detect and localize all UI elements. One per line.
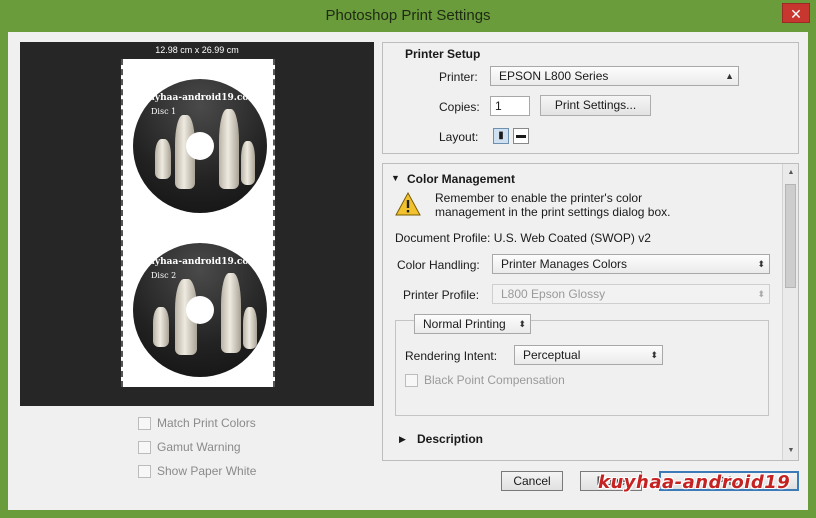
portrait-layout-icon[interactable]: ▮ bbox=[493, 128, 509, 144]
color-management-panel: ▼ Color Management Remember to enable th… bbox=[382, 163, 799, 461]
warning-text-line-2: management in the print settings dialog … bbox=[435, 205, 671, 219]
match-print-colors-checkbox[interactable]: Match Print Colors bbox=[138, 415, 256, 431]
updown-arrow-icon: ⬍ bbox=[757, 259, 765, 269]
color-management-heading[interactable]: Color Management bbox=[407, 172, 515, 186]
print-settings-window: Photoshop Print Settings ✕ 12.98 cm x 26… bbox=[0, 0, 816, 518]
disc-1-image: kuyhaa-android19.com Disc 1 bbox=[133, 79, 267, 213]
document-profile-text: Document Profile: U.S. Web Coated (SWOP)… bbox=[395, 231, 651, 245]
checkbox-label: Show Paper White bbox=[157, 464, 257, 478]
close-button[interactable]: ✕ bbox=[782, 3, 810, 23]
show-paper-white-checkbox[interactable]: Show Paper White bbox=[138, 463, 256, 479]
chess-piece bbox=[243, 307, 257, 349]
description-heading[interactable]: Description bbox=[417, 432, 483, 446]
print-settings-button[interactable]: Print Settings... bbox=[540, 95, 651, 116]
copies-input[interactable]: 1 bbox=[490, 96, 530, 116]
disc-2-image: kuyhaa-android19.com Disc 2 bbox=[133, 243, 267, 377]
printing-mode-value: Normal Printing bbox=[423, 317, 506, 331]
rendering-intent-select[interactable]: Perceptual ⬍ bbox=[514, 345, 663, 365]
updown-arrow-icon: ▲ bbox=[725, 71, 734, 81]
black-point-compensation-checkbox[interactable]: Black Point Compensation bbox=[405, 373, 565, 387]
scroll-thumb[interactable] bbox=[785, 184, 796, 288]
printer-label: Printer: bbox=[439, 70, 478, 84]
color-handling-value: Printer Manages Colors bbox=[501, 257, 628, 271]
copies-label: Copies: bbox=[439, 100, 480, 114]
checkbox-label: Gamut Warning bbox=[157, 440, 241, 454]
printer-value: EPSON L800 Series bbox=[499, 69, 609, 83]
chess-piece bbox=[221, 273, 241, 353]
printer-select[interactable]: EPSON L800 Series ▲ bbox=[490, 66, 739, 86]
layout-label: Layout: bbox=[439, 130, 479, 144]
color-handling-label: Color Handling: bbox=[397, 258, 480, 272]
chess-piece bbox=[219, 109, 239, 189]
color-management-scrollbar[interactable]: ▲ ▼ bbox=[782, 164, 798, 460]
landscape-layout-icon[interactable]: ▬ bbox=[513, 128, 529, 144]
chess-piece bbox=[155, 139, 171, 179]
preview-size-label: 12.98 cm x 26.99 cm bbox=[155, 45, 239, 55]
cancel-button[interactable]: Cancel bbox=[501, 471, 563, 491]
rendering-intent-value: Perceptual bbox=[523, 348, 581, 362]
disc-label: Disc 2 bbox=[151, 271, 177, 280]
disc-label: Disc 1 bbox=[151, 107, 177, 116]
warning-text-line-1: Remember to enable the printer's color bbox=[435, 191, 643, 205]
checkbox-label: Black Point Compensation bbox=[424, 373, 565, 387]
dialog-body: 12.98 cm x 26.99 cm kuyhaa-android19.com… bbox=[8, 32, 808, 510]
disc-title: kuyhaa-android19.com bbox=[142, 93, 258, 103]
checkbox-box[interactable] bbox=[405, 373, 418, 387]
chess-piece bbox=[241, 141, 255, 185]
expand-triangle-icon[interactable]: ▶ bbox=[399, 434, 406, 445]
preview-paper: kuyhaa-android19.com Disc 1 kuyhaa-andro… bbox=[121, 59, 275, 387]
checkbox-box[interactable] bbox=[138, 416, 151, 430]
color-handling-select[interactable]: Printer Manages Colors ⬍ bbox=[492, 254, 770, 274]
printer-profile-select[interactable]: L800 Epson Glossy ⬍ bbox=[492, 284, 770, 304]
disc-hole bbox=[186, 296, 214, 324]
print-preview[interactable]: 12.98 cm x 26.99 cm kuyhaa-android19.com… bbox=[20, 42, 374, 406]
rendering-intent-label: Rendering Intent: bbox=[405, 349, 498, 363]
checkbox-label: Match Print Colors bbox=[157, 416, 256, 430]
printer-setup-heading: Printer Setup bbox=[405, 47, 481, 61]
printing-options-group bbox=[395, 320, 769, 416]
scroll-down-arrow-icon[interactable]: ▼ bbox=[783, 444, 798, 458]
printer-profile-label: Printer Profile: bbox=[403, 288, 480, 302]
updown-arrow-icon: ⬍ bbox=[518, 319, 526, 329]
window-title: Photoshop Print Settings bbox=[325, 7, 491, 24]
watermark-logo: kuyhaa-android19 bbox=[598, 472, 791, 493]
printer-profile-value: L800 Epson Glossy bbox=[501, 287, 606, 301]
chess-piece bbox=[153, 307, 169, 347]
disc-title: kuyhaa-android19.com bbox=[142, 257, 258, 267]
warning-icon bbox=[395, 192, 421, 216]
collapse-triangle-icon[interactable]: ▼ bbox=[391, 173, 400, 183]
scroll-up-arrow-icon[interactable]: ▲ bbox=[783, 166, 798, 180]
gamut-warning-checkbox[interactable]: Gamut Warning bbox=[138, 439, 241, 455]
checkbox-box[interactable] bbox=[138, 440, 151, 454]
printing-mode-select[interactable]: Normal Printing ⬍ bbox=[414, 314, 531, 334]
disc-hole bbox=[186, 132, 214, 160]
printer-setup-panel: Printer Setup Printer: EPSON L800 Series… bbox=[382, 42, 799, 154]
checkbox-box[interactable] bbox=[138, 464, 151, 478]
updown-arrow-icon: ⬍ bbox=[650, 350, 658, 360]
updown-arrow-icon: ⬍ bbox=[757, 289, 765, 299]
